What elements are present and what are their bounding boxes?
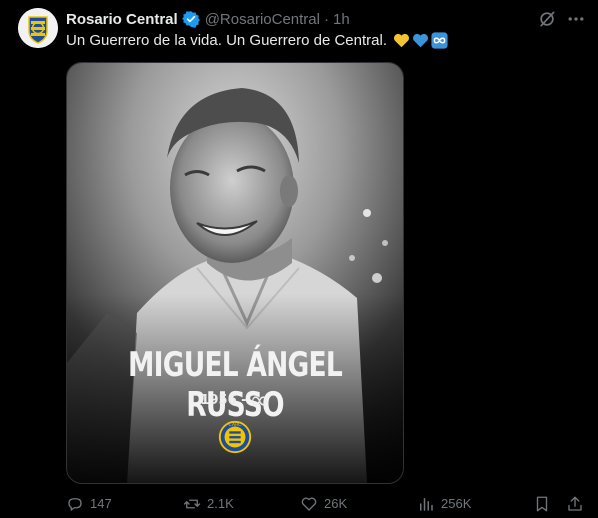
share-icon — [568, 496, 582, 511]
tweet-actions: 147 2.1K 26K 256K — [66, 494, 586, 514]
avatar[interactable] — [18, 8, 58, 48]
bookmark-icon — [536, 496, 548, 512]
heart-icon — [301, 497, 317, 511]
author-name[interactable]: Rosario Central — [66, 11, 178, 28]
views-chart-icon — [420, 498, 433, 511]
memorial-headline: MIGUEL ÁNGEL RUSSO — [128, 345, 343, 425]
years-start: 1956 - — [200, 392, 247, 408]
infinity-icon — [431, 32, 448, 49]
repost-icon — [183, 499, 201, 509]
rosario-central-crest-icon: CARC — [218, 420, 252, 454]
reply-button[interactable]: 147 — [66, 494, 112, 514]
yellow-heart-icon — [393, 33, 409, 48]
views-button[interactable]: 256K — [417, 494, 471, 514]
verified-badge-icon — [181, 11, 200, 28]
infinity-symbol: ∞ — [249, 386, 270, 414]
repost-count: 2.1K — [207, 496, 234, 511]
bookmark-button[interactable] — [533, 494, 557, 514]
memorial-years: 1956 - ∞ — [67, 386, 403, 414]
reply-icon — [68, 498, 82, 511]
grok-icon[interactable] — [537, 9, 557, 29]
tweet-text: Un Guerrero de la vida. Un Guerrero de C… — [66, 32, 448, 49]
rosario-central-crest-icon — [18, 8, 58, 48]
repost-button[interactable]: 2.1K — [183, 494, 234, 514]
separator-dot: · — [323, 10, 329, 28]
blue-heart-icon — [412, 33, 428, 48]
reply-count: 147 — [90, 496, 112, 511]
share-button[interactable] — [566, 494, 590, 514]
author-handle[interactable]: @RosarioCentral — [205, 11, 320, 28]
tweet[interactable]: Rosario Central @RosarioCentral · 1h Un … — [0, 0, 598, 518]
like-button[interactable]: 26K — [300, 494, 347, 514]
more-options-icon[interactable] — [566, 9, 586, 29]
timestamp[interactable]: 1h — [333, 11, 350, 28]
crest-letters: CARC — [229, 422, 243, 428]
tweet-body: Un Guerrero de la vida. Un Guerrero de C… — [66, 32, 387, 49]
like-count: 26K — [324, 496, 348, 511]
tweet-media-image[interactable]: MIGUEL ÁNGEL RUSSO 1956 - ∞ CARC — [66, 62, 404, 484]
views-count: 256K — [441, 496, 472, 511]
tweet-header: Rosario Central @RosarioCentral · 1h — [66, 9, 350, 29]
